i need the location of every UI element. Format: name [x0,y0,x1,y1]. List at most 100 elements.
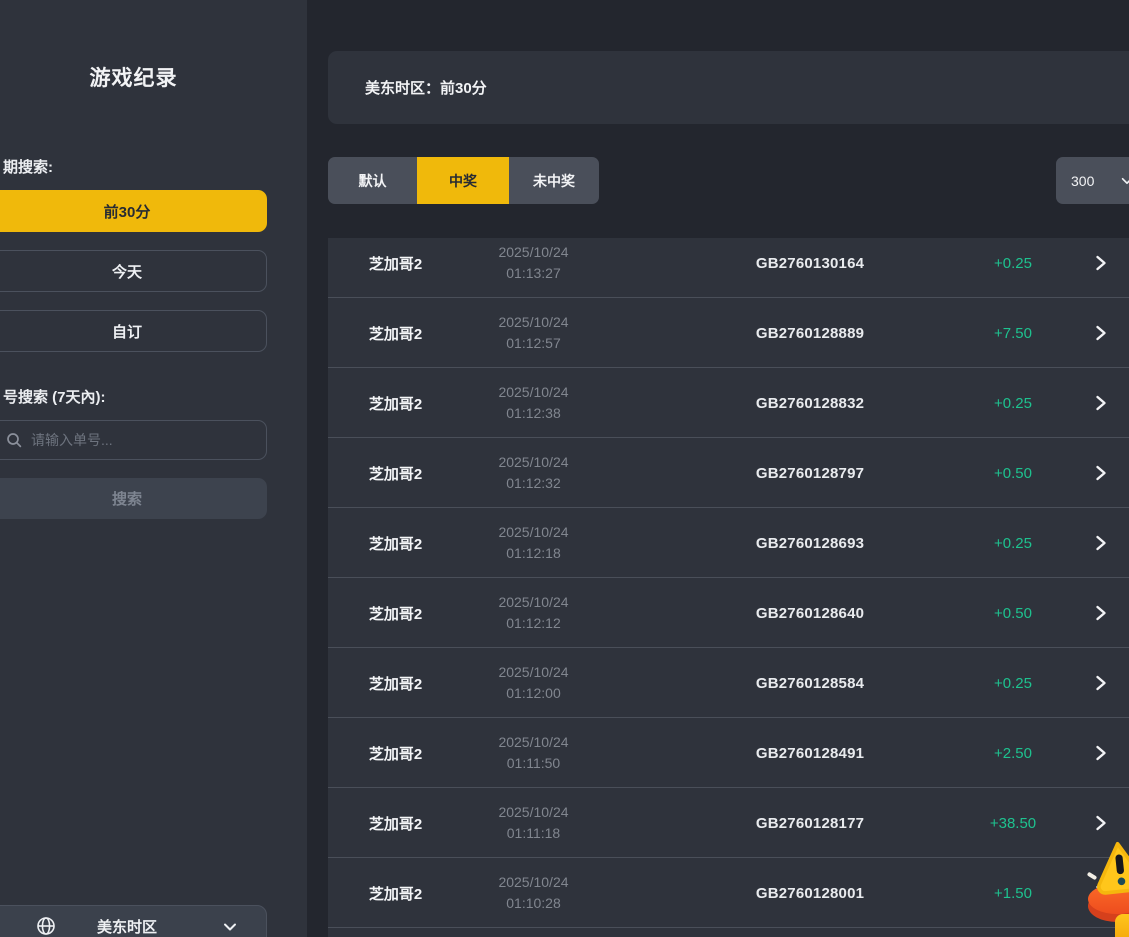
order-id: GB2760128693 [706,508,914,578]
timezone-range-text: 美东时区：前30分 [365,77,487,98]
search-button[interactable]: 搜索 [0,478,267,519]
record-row[interactable]: 芝加哥2 2025/10/24 01:11:18 GB2760128177 +3… [328,788,1129,858]
record-datetime: 2025/10/24 01:13:27 [456,238,611,298]
record-datetime: 2025/10/24 01:10:28 [456,858,611,928]
win-amount: +2.50 [948,718,1078,788]
filter-tab-win[interactable]: 中奖 [417,157,509,204]
order-id: GB2760128584 [706,648,914,718]
record-date: 2025/10/24 [498,732,568,753]
game-name: 芝加哥2 [328,858,463,928]
timezone-selector[interactable]: 美东时区 [0,905,267,937]
record-datetime: 2025/10/24 01:11:18 [456,788,611,858]
record-time: 01:12:18 [506,543,561,564]
record-row[interactable]: 芝加哥2 2025/10/24 01:12:57 GB2760128889 +7… [328,298,1129,368]
chevron-right-icon [1084,298,1118,368]
win-amount: +0.50 [948,578,1078,648]
record-row[interactable]: 芝加哥2 2025/10/24 01:12:32 GB2760128797 +0… [328,438,1129,508]
record-row[interactable]: 芝加哥2 2025/10/24 01:12:12 GB2760128640 +0… [328,578,1129,648]
record-time: 01:12:00 [506,683,561,704]
range-custom-button[interactable]: 自订 [0,310,267,352]
record-date: 2025/10/24 [498,382,568,403]
chevron-right-icon [1084,718,1118,788]
order-id: GB2760128001 [706,858,914,928]
filter-tabs: 默认 中奖 未中奖 [328,157,599,204]
record-row[interactable]: 芝加哥2 2025/10/24 01:10:28 GB2760128001 +1… [328,858,1129,928]
record-datetime: 2025/10/24 01:12:32 [456,438,611,508]
page-size-select[interactable]: 300 [1056,157,1129,204]
record-date: 2025/10/24 [498,592,568,613]
order-id: GB2760130164 [706,238,914,298]
globe-icon [36,916,56,936]
page-size-value: 300 [1071,173,1094,189]
record-row[interactable]: 芝加哥2 2025/10/24 01:11:50 GB2760128491 +2… [328,718,1129,788]
record-row-partial[interactable] [328,928,1129,937]
record-date: 2025/10/24 [498,312,568,333]
record-datetime: 2025/10/24 01:12:12 [456,578,611,648]
search-icon [6,432,22,448]
date-search-label: 期搜索: [3,156,53,177]
record-datetime: 2025/10/24 01:12:18 [456,508,611,578]
range-last30min-button[interactable]: 前30分 [0,190,267,232]
record-time: 01:11:50 [507,753,560,774]
record-row[interactable]: 芝加哥2 2025/10/24 01:12:38 GB2760128832 +0… [328,368,1129,438]
win-amount: +38.50 [948,788,1078,858]
game-name: 芝加哥2 [328,508,463,578]
game-name: 芝加哥2 [328,718,463,788]
record-time: 01:12:57 [506,333,561,354]
order-search-input[interactable] [31,432,231,448]
order-search-box[interactable] [0,420,267,460]
records-table: 芝加哥2 2025/10/24 01:13:27 GB2760130164 +0… [328,238,1129,937]
record-time: 01:10:28 [506,893,561,914]
record-date: 2025/10/24 [498,452,568,473]
record-date: 2025/10/24 [498,802,568,823]
chevron-right-icon [1084,788,1118,858]
chevron-down-icon [1120,174,1129,188]
win-amount: +0.25 [948,508,1078,578]
record-row[interactable]: 芝加哥2 2025/10/24 01:12:00 GB2760128584 +0… [328,648,1129,718]
order-search-label: 号搜索 (7天內): [3,386,106,407]
chevron-down-icon [222,919,238,935]
game-name: 芝加哥2 [328,788,463,858]
page-title: 游戏纪录 [0,62,267,92]
game-name: 芝加哥2 [328,368,463,438]
win-amount: +1.50 [948,858,1078,928]
record-row[interactable]: 芝加哥2 2025/10/24 01:13:27 GB2760130164 +0… [328,238,1129,298]
chevron-right-icon [1084,858,1118,928]
win-amount: +0.25 [948,368,1078,438]
record-date: 2025/10/24 [498,872,568,893]
record-datetime: 2025/10/24 01:12:00 [456,648,611,718]
records-list: 芝加哥2 2025/10/24 01:13:27 GB2760130164 +0… [328,238,1129,937]
win-amount: +7.50 [948,298,1078,368]
record-time: 01:13:27 [506,263,561,284]
game-name: 芝加哥2 [328,298,463,368]
win-amount: +0.25 [948,238,1078,298]
chevron-right-icon [1084,238,1118,298]
chevron-right-icon [1084,368,1118,438]
chevron-right-icon [1084,438,1118,508]
filter-tab-lose[interactable]: 未中奖 [509,157,599,204]
win-amount: +0.50 [948,438,1078,508]
record-time: 01:12:12 [506,613,561,634]
record-datetime: 2025/10/24 01:12:38 [456,368,611,438]
record-row[interactable]: 芝加哥2 2025/10/24 01:12:18 GB2760128693 +0… [328,508,1129,578]
record-date: 2025/10/24 [498,242,568,263]
order-id: GB2760128640 [706,578,914,648]
timezone-range-header: 美东时区：前30分 [328,51,1129,124]
order-id: GB2760128797 [706,438,914,508]
order-id: GB2760128177 [706,788,914,858]
game-name: 芝加哥2 [328,578,463,648]
record-datetime: 2025/10/24 01:12:57 [456,298,611,368]
game-name: 芝加哥2 [328,648,463,718]
chevron-right-icon [1084,508,1118,578]
record-time: 01:12:32 [506,473,561,494]
range-today-button[interactable]: 今天 [0,250,267,292]
game-name: 芝加哥2 [328,438,463,508]
order-id: GB2760128491 [706,718,914,788]
record-datetime: 2025/10/24 01:11:50 [456,718,611,788]
filter-tab-default[interactable]: 默认 [328,157,417,204]
record-date: 2025/10/24 [498,522,568,543]
order-id: GB2760128832 [706,368,914,438]
record-date: 2025/10/24 [498,662,568,683]
chevron-right-icon [1084,578,1118,648]
order-id: GB2760128889 [706,298,914,368]
